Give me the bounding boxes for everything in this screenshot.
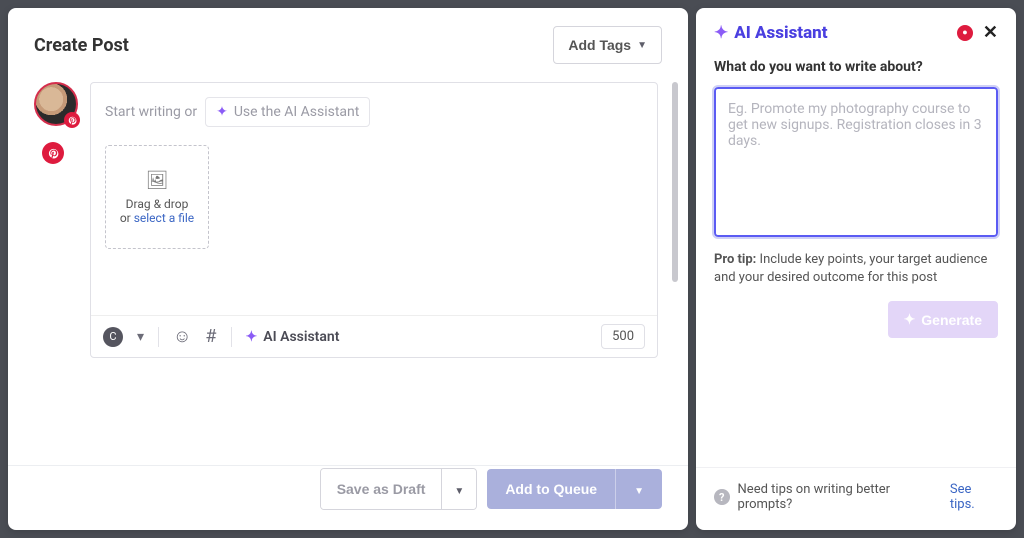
- generate-button[interactable]: ✦ Generate: [888, 301, 998, 338]
- magic-wand-icon: ✦: [216, 104, 228, 120]
- record-indicator-icon[interactable]: ●: [957, 25, 973, 41]
- dropzone-line1: Drag & drop: [126, 197, 189, 211]
- ai-assistant-toolbar-button[interactable]: ✦ AI Assistant: [246, 329, 340, 345]
- composer-placeholder: Start writing or: [105, 104, 197, 120]
- chevron-down-icon: ▼: [634, 486, 644, 497]
- pinterest-channel-chip[interactable]: [42, 142, 64, 164]
- add-queue-group: Add to Queue ▼: [487, 469, 662, 509]
- add-tags-button[interactable]: Add Tags ▼: [553, 26, 662, 64]
- hashtag-icon[interactable]: #: [205, 326, 216, 347]
- canva-dropdown-icon[interactable]: ▾: [137, 329, 144, 345]
- save-draft-group: Save as Draft ▼: [320, 468, 478, 510]
- save-as-draft-button[interactable]: Save as Draft: [321, 469, 442, 509]
- generate-label: Generate: [921, 312, 982, 328]
- side-close-group: ● ✕: [957, 22, 998, 43]
- side-body: What do you want to write about? Pro tip…: [696, 53, 1016, 338]
- pinterest-badge-icon: [64, 112, 80, 128]
- composer-toolbar: C ▾ ☺ # ✦ AI Assistant 500: [91, 315, 657, 357]
- canva-icon[interactable]: C: [103, 327, 123, 347]
- image-icon: 🖼: [146, 170, 169, 191]
- save-as-draft-dropdown[interactable]: ▼: [441, 469, 476, 509]
- ai-assistant-title-text: AI Assistant: [734, 23, 827, 43]
- char-count: 500: [601, 324, 645, 349]
- add-tags-label: Add Tags: [568, 37, 631, 53]
- ai-assistant-title: ✦ AI Assistant: [714, 23, 828, 43]
- separator: [231, 327, 232, 347]
- emoji-icon[interactable]: ☺: [173, 326, 191, 347]
- prompt-question: What do you want to write about?: [714, 59, 998, 75]
- generate-wrap: ✦ Generate: [714, 301, 998, 338]
- see-tips-link[interactable]: See tips.: [950, 482, 998, 512]
- account-column: [34, 82, 78, 164]
- composer-header[interactable]: Start writing or ✦ Use the AI Assistant: [91, 83, 657, 135]
- use-ai-assistant-chip[interactable]: ✦ Use the AI Assistant: [205, 97, 370, 127]
- magic-wand-icon: ✦: [904, 311, 916, 328]
- composer: Start writing or ✦ Use the AI Assistant …: [90, 82, 658, 358]
- magic-wand-icon: ✦: [246, 329, 258, 345]
- composer-wrap: Start writing or ✦ Use the AI Assistant …: [90, 82, 658, 358]
- main-footer: Save as Draft ▼ Add to Queue ▼: [8, 452, 688, 530]
- page-title: Create Post: [34, 35, 129, 56]
- prompt-input[interactable]: [714, 87, 998, 237]
- chevron-down-icon: ▼: [637, 40, 647, 51]
- side-footer: ? Need tips on writing better prompts? S…: [696, 467, 1016, 530]
- avatar-wrap[interactable]: [34, 82, 78, 126]
- pro-tip: Pro tip: Include key points, your target…: [714, 251, 998, 287]
- scrollbar[interactable]: [672, 82, 678, 282]
- ai-assistant-panel: ✦ AI Assistant ● ✕ What do you want to w…: [696, 8, 1016, 530]
- create-post-panel: Create Post Add Tags ▼ Start writing or: [8, 8, 688, 530]
- ai-chip-label: Use the AI Assistant: [234, 104, 360, 120]
- magic-wand-icon: ✦: [714, 23, 728, 43]
- pro-tip-label: Pro tip:: [714, 252, 756, 267]
- select-file-link[interactable]: select a file: [134, 211, 194, 225]
- help-icon[interactable]: ?: [714, 489, 730, 505]
- chevron-down-icon: ▼: [454, 486, 464, 497]
- add-to-queue-button[interactable]: Add to Queue: [487, 469, 615, 509]
- ai-assistant-toolbar-label: AI Assistant: [263, 329, 339, 345]
- dropzone-line2: or select a file: [120, 211, 194, 225]
- add-to-queue-dropdown[interactable]: ▼: [615, 469, 662, 509]
- composer-body[interactable]: 🖼 Drag & drop or select a file: [91, 135, 657, 315]
- media-dropzone[interactable]: 🖼 Drag & drop or select a file: [105, 145, 209, 249]
- separator: [158, 327, 159, 347]
- footer-text: Need tips on writing better prompts?: [738, 482, 942, 512]
- side-header: ✦ AI Assistant ● ✕: [696, 8, 1016, 53]
- main-header: Create Post Add Tags ▼: [8, 8, 688, 74]
- composer-row: Start writing or ✦ Use the AI Assistant …: [8, 74, 688, 358]
- close-icon[interactable]: ✕: [983, 22, 998, 43]
